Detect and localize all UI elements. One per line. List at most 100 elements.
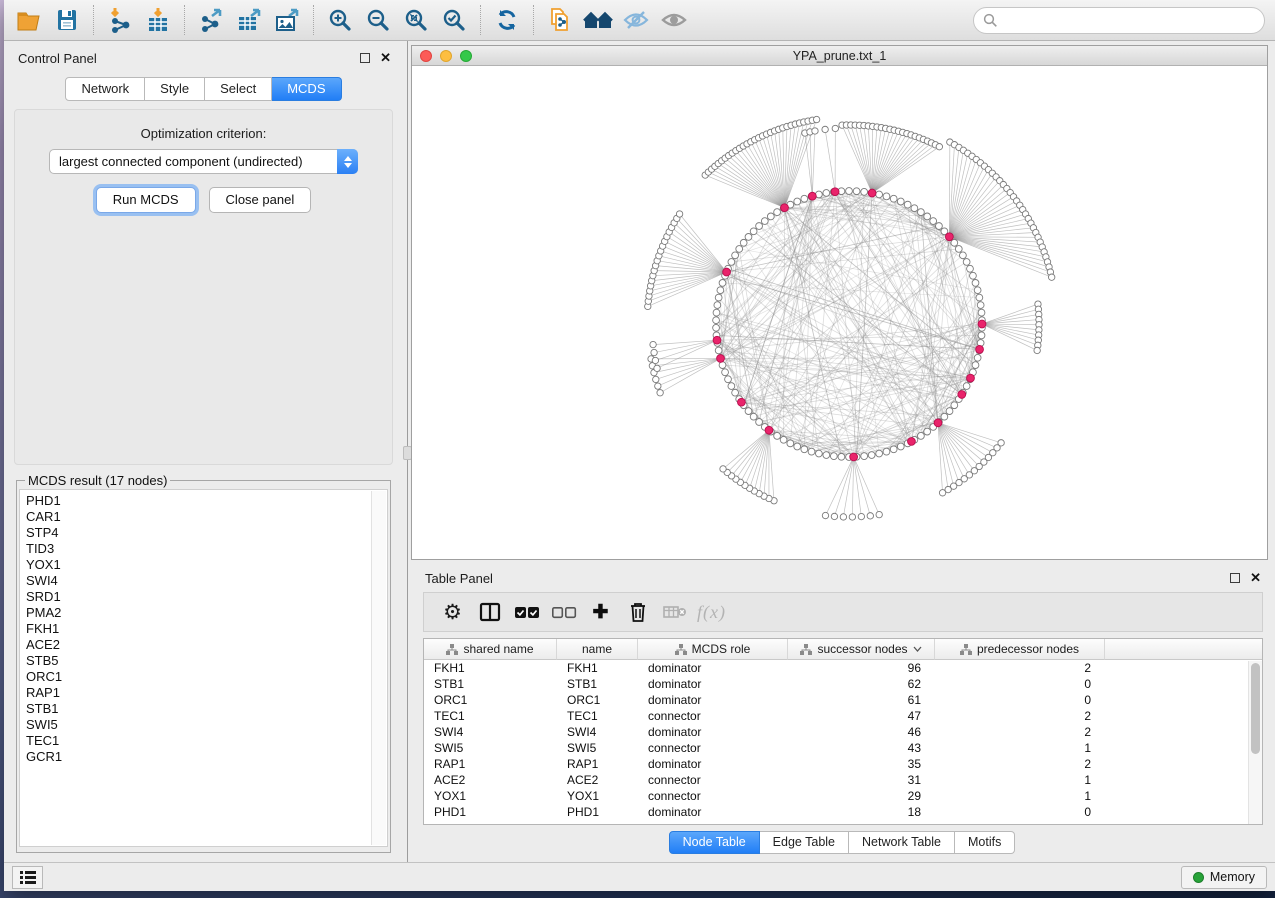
cell-successor-nodes[interactable]: 31	[788, 772, 935, 788]
table-row[interactable]: ACE2 ACE2 connector 31 1	[424, 772, 1262, 788]
cell-name[interactable]: SWI5	[557, 740, 638, 756]
table-row[interactable]: SWI5 SWI5 connector 43 1	[424, 740, 1262, 756]
cell-mcds-role[interactable]: connector	[638, 788, 788, 804]
mcds-result-item[interactable]: GCR1	[26, 749, 387, 765]
mcds-result-item[interactable]: PMA2	[26, 605, 387, 621]
tab-node-table[interactable]: Node Table	[669, 831, 760, 854]
hide-selected-icon[interactable]	[617, 3, 655, 37]
delete-column-icon[interactable]	[619, 596, 656, 628]
close-panel-button[interactable]: Close panel	[209, 187, 312, 213]
cell-predecessor-nodes[interactable]: 2	[935, 756, 1105, 772]
table-row[interactable]: YOX1 YOX1 connector 29 1	[424, 788, 1262, 804]
cell-predecessor-nodes[interactable]: 1	[935, 772, 1105, 788]
cell-successor-nodes[interactable]: 18	[788, 804, 935, 820]
tab-network-table[interactable]: Network Table	[849, 831, 955, 854]
network-graph[interactable]	[412, 66, 1267, 559]
cell-name[interactable]: STB1	[557, 676, 638, 692]
table-scrollbar-thumb[interactable]	[1251, 663, 1260, 754]
cell-name[interactable]: ACE2	[557, 772, 638, 788]
mcds-result-list[interactable]: PHD1CAR1STP4TID3YOX1SWI4SRD1PMA2FKH1ACE2…	[19, 489, 388, 847]
cell-name[interactable]: RAP1	[557, 756, 638, 772]
mcds-result-item[interactable]: SWI5	[26, 717, 387, 733]
cell-mcds-role[interactable]: dominator	[638, 692, 788, 708]
cell-mcds-role[interactable]: connector	[638, 740, 788, 756]
table-row[interactable]: PHD1 PHD1 dominator 18 0	[424, 804, 1262, 820]
cell-mcds-role[interactable]: connector	[638, 708, 788, 724]
table-row[interactable]: ORC1 ORC1 dominator 61 0	[424, 692, 1262, 708]
show-columns-icon[interactable]	[471, 596, 508, 628]
cell-mcds-role[interactable]: dominator	[638, 676, 788, 692]
mcds-result-item[interactable]: TEC1	[26, 733, 387, 749]
float-panel-icon[interactable]	[360, 53, 370, 63]
cell-shared-name[interactable]: SWI4	[424, 724, 557, 740]
export-image-icon[interactable]	[268, 3, 306, 37]
add-column-icon[interactable]: ✚	[582, 596, 619, 628]
table-row[interactable]: SWI4 SWI4 dominator 46 2	[424, 724, 1262, 740]
cell-shared-name[interactable]: YOX1	[424, 788, 557, 804]
cell-predecessor-nodes[interactable]: 1	[935, 740, 1105, 756]
cell-shared-name[interactable]: PHD1	[424, 804, 557, 820]
cell-shared-name[interactable]: TEC1	[424, 708, 557, 724]
export-table-icon[interactable]	[230, 3, 268, 37]
criterion-select[interactable]: largest connected component (undirected)	[49, 149, 358, 174]
table-row[interactable]: STB1 STB1 dominator 62 0	[424, 676, 1262, 692]
cell-predecessor-nodes[interactable]: 0	[935, 804, 1105, 820]
tab-network[interactable]: Network	[65, 77, 145, 101]
clear-selection-checkboxes-icon[interactable]	[545, 596, 582, 628]
cell-shared-name[interactable]: RAP1	[424, 756, 557, 772]
cell-name[interactable]: FKH1	[557, 660, 638, 676]
open-session-icon[interactable]	[10, 3, 48, 37]
export-network-icon[interactable]	[192, 3, 230, 37]
search-field[interactable]	[973, 7, 1265, 34]
tab-edge-table[interactable]: Edge Table	[760, 831, 849, 854]
cell-shared-name[interactable]: SWI5	[424, 740, 557, 756]
mcds-result-item[interactable]: ORC1	[26, 669, 387, 685]
cell-shared-name[interactable]: ORC1	[424, 692, 557, 708]
mcds-result-item[interactable]: FKH1	[26, 621, 387, 637]
mcds-result-item[interactable]: RAP1	[26, 685, 387, 701]
cell-successor-nodes[interactable]: 35	[788, 756, 935, 772]
cell-successor-nodes[interactable]: 96	[788, 660, 935, 676]
cell-shared-name[interactable]: FKH1	[424, 660, 557, 676]
select-all-checkboxes-icon[interactable]	[508, 596, 545, 628]
cell-mcds-role[interactable]: dominator	[638, 804, 788, 820]
cell-successor-nodes[interactable]: 46	[788, 724, 935, 740]
table-row[interactable]: TEC1 TEC1 connector 47 2	[424, 708, 1262, 724]
cell-predecessor-nodes[interactable]: 2	[935, 724, 1105, 740]
column-header-successor-nodes[interactable]: successor nodes	[788, 639, 935, 660]
save-session-icon[interactable]	[48, 3, 86, 37]
float-table-panel-icon[interactable]	[1230, 573, 1240, 583]
mcds-result-item[interactable]: SWI4	[26, 573, 387, 589]
cell-shared-name[interactable]: ACE2	[424, 772, 557, 788]
first-neighbors-icon[interactable]	[579, 3, 617, 37]
tab-motifs[interactable]: Motifs	[955, 831, 1015, 854]
zoom-selected-icon[interactable]	[435, 3, 473, 37]
cell-successor-nodes[interactable]: 43	[788, 740, 935, 756]
cell-predecessor-nodes[interactable]: 2	[935, 708, 1105, 724]
close-table-panel-icon[interactable]: ✕	[1250, 573, 1261, 583]
column-header-predecessor-nodes[interactable]: predecessor nodes	[935, 639, 1105, 660]
duplicate-network-icon[interactable]	[541, 3, 579, 37]
cell-name[interactable]: SWI4	[557, 724, 638, 740]
table-settings-gear-icon[interactable]: ⚙	[434, 596, 471, 628]
column-header-name[interactable]: name	[557, 639, 638, 660]
cell-successor-nodes[interactable]: 61	[788, 692, 935, 708]
cell-name[interactable]: YOX1	[557, 788, 638, 804]
cell-mcds-role[interactable]: dominator	[638, 724, 788, 740]
table-scrollbar[interactable]	[1248, 661, 1262, 824]
search-input[interactable]	[1003, 11, 1264, 31]
import-table-icon[interactable]	[139, 3, 177, 37]
mcds-result-item[interactable]: YOX1	[26, 557, 387, 573]
mcds-result-item[interactable]: SRD1	[26, 589, 387, 605]
tab-mcds[interactable]: MCDS	[272, 77, 341, 101]
cell-predecessor-nodes[interactable]: 0	[935, 676, 1105, 692]
mcds-list-scrollbar[interactable]	[371, 491, 386, 845]
table-row[interactable]: RAP1 RAP1 dominator 35 2	[424, 756, 1262, 772]
memory-button[interactable]: Memory	[1181, 866, 1267, 889]
cell-predecessor-nodes[interactable]: 2	[935, 660, 1105, 676]
cell-shared-name[interactable]: STB1	[424, 676, 557, 692]
cell-successor-nodes[interactable]: 29	[788, 788, 935, 804]
zoom-fit-icon[interactable]	[397, 3, 435, 37]
column-header-mcds-role[interactable]: MCDS role	[638, 639, 788, 660]
network-titlebar[interactable]: YPA_prune.txt_1	[412, 46, 1267, 66]
